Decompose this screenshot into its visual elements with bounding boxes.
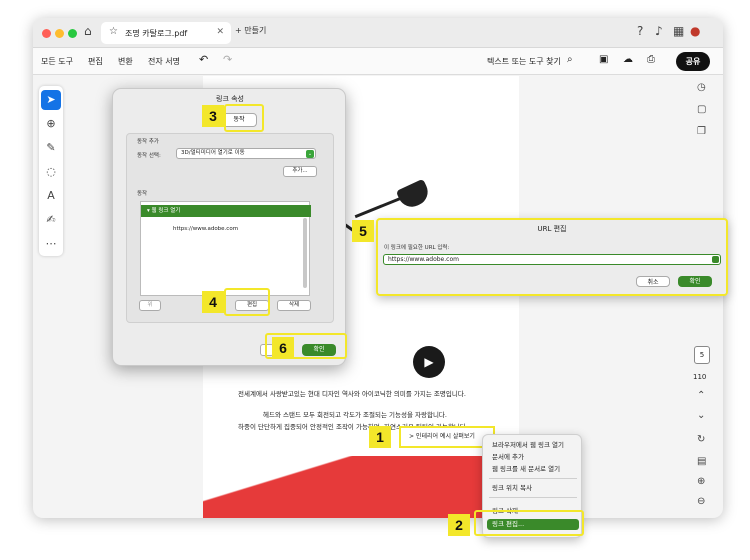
step-marker-4: 4 (202, 291, 224, 313)
star-icon[interactable]: ☆ (109, 26, 118, 37)
tab-document[interactable]: ☆ 조명 카탈로그.pdf ✕ (101, 22, 231, 44)
menu-bar: 모든 도구 편집 변환 전자 서명 ↶ ↷ 텍스트 또는 도구 찾기 ⌕ ▣ ☁… (33, 48, 723, 75)
add-action-label: 동작 추가 (137, 139, 159, 145)
doc-line-2: 헤드와 스탠드 모두 회전되고 각도가 조절되는 기능성을 자랑합니다. (263, 411, 447, 419)
home-icon[interactable]: ⌂ (84, 24, 92, 38)
chevron-icon (712, 256, 719, 263)
zoom-out-icon[interactable]: ⊖ (697, 496, 705, 507)
menu-edit[interactable]: 편집 (88, 56, 103, 67)
delete-action-button[interactable]: 삭제 (277, 300, 311, 311)
lasso-tool-icon[interactable]: ◌ (41, 162, 61, 182)
list-item-web-link[interactable]: ▾ 웹 링크 열기 (141, 205, 311, 217)
step-marker-3: 3 (202, 105, 224, 127)
url-prompt-label: 이 링크에 필요한 URL 입력: (384, 245, 450, 251)
url-input[interactable]: https://www.adobe.com (383, 254, 721, 265)
menu-item-open-in-browser[interactable]: 브라우저에서 웹 링크 열기 (487, 440, 579, 451)
page-number-field[interactable]: 5 (694, 346, 710, 364)
menu-all-tools[interactable]: 모든 도구 (41, 56, 73, 67)
url-input-value: https://www.adobe.com (388, 256, 459, 263)
apps-grid-icon[interactable]: ▦ (673, 24, 684, 38)
doc-line-1: 전세계에서 사랑받고있는 현대 디자인 역사와 아이코닉한 의미를 가지는 조명… (238, 390, 466, 398)
menu-e-sign[interactable]: 전자 서명 (148, 56, 180, 67)
undo-icon[interactable]: ↶ (199, 53, 208, 66)
list-item-url[interactable]: https://www.adobe.com (173, 226, 238, 232)
step-marker-6: 6 (272, 337, 294, 359)
tab-title: 조명 카탈로그.pdf (125, 29, 188, 38)
menu-convert[interactable]: 변환 (118, 56, 133, 67)
select-action-value: 3D/멀티미디어 열기로 이동 (181, 150, 245, 156)
share-button[interactable]: 공유 (676, 52, 710, 71)
comment-icon[interactable]: ▢ (697, 104, 706, 115)
red-decorative-shape (203, 456, 519, 518)
add-action-button[interactable]: 추가... (283, 166, 317, 177)
url-dialog-title: URL 편집 (537, 225, 567, 233)
url-edit-dialog: URL 편집 이 링크에 필요한 URL 입력: https://www.ado… (376, 218, 728, 296)
new-tab-button[interactable]: + 만들기 (235, 25, 266, 36)
avatar[interactable]: ● (690, 24, 700, 38)
menu-separator (489, 497, 577, 498)
stamp-tool-icon[interactable]: ✍ (41, 210, 61, 230)
cloud-upload-icon[interactable]: ☁ (623, 54, 633, 65)
dialog-title: 링크 속성 (216, 95, 244, 103)
history-icon[interactable]: ◷ (697, 82, 706, 93)
play-video-icon[interactable]: ▶ (413, 346, 445, 378)
select-action-dropdown[interactable]: 3D/멀티미디어 열기로 이동 ⌄ (176, 148, 316, 159)
tool-rail: ➤ ⊕ ✎ ◌ A ✍ ⋯ (39, 86, 63, 256)
text-tool-icon[interactable]: A (41, 186, 61, 206)
search-icon[interactable]: ⌕ (567, 54, 573, 65)
close-tab-icon[interactable]: ✕ (216, 27, 224, 37)
url-cancel-button[interactable]: 취소 (636, 276, 670, 287)
help-icon[interactable]: ? (637, 24, 643, 38)
menu-item-add-to-document[interactable]: 문서에 추가 (487, 452, 579, 463)
select-action-label: 동작 선택: (137, 153, 161, 159)
close-window-button[interactable] (42, 29, 51, 38)
title-bar: ⌂ ☆ 조명 카탈로그.pdf ✕ + 만들기 ? ♪ ▦ ● (33, 18, 723, 48)
zoom-tool-icon[interactable]: ⊕ (41, 114, 61, 134)
actions-list: ▾ 웹 링크 열기 https://www.adobe.com (140, 201, 311, 296)
url-ok-button[interactable]: 확인 (678, 276, 712, 287)
chevron-down-icon: ⌄ (306, 150, 314, 158)
menu-item-copy-link[interactable]: 링크 위치 복사 (487, 483, 579, 494)
step-marker-2: 2 (448, 514, 470, 536)
step-marker-1: 1 (369, 426, 391, 448)
bell-icon[interactable]: ♪ (655, 24, 663, 38)
chevron-up-icon[interactable]: ⌃ (697, 390, 705, 401)
find-tools-label[interactable]: 텍스트 또는 도구 찾기 (487, 56, 561, 67)
step-marker-5: 5 (352, 220, 374, 242)
highlight-actions-tab (224, 104, 264, 132)
highlight-edit-button (224, 288, 270, 316)
list-item-web-link-label: 웹 링크 열기 (151, 208, 181, 214)
page-total: 110 (693, 373, 707, 381)
chevron-down-icon[interactable]: ⌄ (697, 410, 705, 421)
copy-pages-icon[interactable]: ❐ (697, 126, 706, 137)
select-tool-icon[interactable]: ➤ (41, 90, 61, 110)
zoom-in-icon[interactable]: ⊕ (697, 476, 705, 487)
actions-label: 동작 (137, 191, 148, 197)
move-up-button[interactable]: 위 (139, 300, 161, 311)
menu-item-open-as-new-doc[interactable]: 웹 링크를 새 문서로 열기 (487, 464, 579, 475)
list-scrollbar[interactable] (303, 218, 307, 288)
rotate-icon[interactable]: ↻ (697, 434, 705, 445)
more-tools-icon[interactable]: ⋯ (41, 234, 61, 254)
page-view-icon[interactable]: ▤ (697, 456, 706, 467)
save-icon[interactable]: ▣ (599, 54, 608, 65)
menu-separator (489, 478, 577, 479)
pen-tool-icon[interactable]: ✎ (41, 138, 61, 158)
zoom-window-button[interactable] (68, 29, 77, 38)
minimize-window-button[interactable] (55, 29, 64, 38)
highlight-edit-link (474, 510, 584, 536)
document-link[interactable]: > 인테리어 예시 살펴보기 (399, 426, 495, 448)
redo-icon[interactable]: ↷ (223, 53, 232, 66)
print-icon[interactable]: ⎙ (647, 54, 655, 65)
lamp-image-head (395, 178, 433, 212)
